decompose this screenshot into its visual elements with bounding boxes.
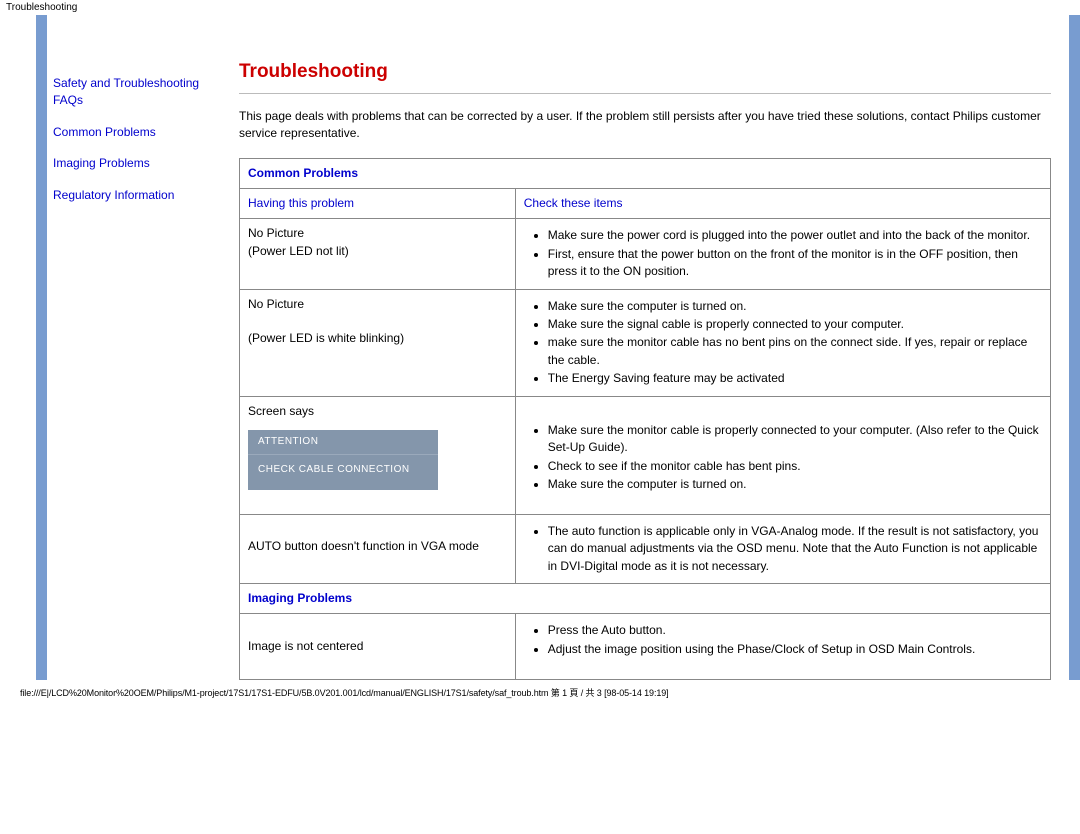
check-item: Check to see if the monitor cable has be… [548, 458, 1042, 475]
table-row: Image is not centered Press the Auto but… [240, 614, 1051, 679]
sidebar-link-common[interactable]: Common Problems [53, 124, 211, 141]
problem-text: (Power LED not lit) [248, 243, 507, 260]
check-list: Make sure the computer is turned on. Mak… [524, 298, 1042, 388]
check-list: Make sure the monitor cable is properly … [524, 422, 1042, 494]
table-row: No Picture (Power LED not lit) Make sure… [240, 219, 1051, 289]
problem-text: AUTO button doesn't function in VGA mode [248, 538, 507, 555]
problem-text: Screen says [248, 403, 507, 420]
window-title: Troubleshooting [0, 0, 1080, 15]
check-list: Make sure the power cord is plugged into… [524, 227, 1042, 280]
divider [239, 93, 1051, 94]
problem-text: Image is not centered [248, 638, 507, 655]
right-strip [1069, 15, 1080, 680]
check-item: Make sure the signal cable is properly c… [548, 316, 1042, 333]
table-row: AUTO button doesn't function in VGA mode… [240, 514, 1051, 583]
check-item: Press the Auto button. [548, 622, 1042, 639]
table-row: No Picture (Power LED is white blinking)… [240, 289, 1051, 396]
footer-path: file:///E|/LCD%20Monitor%20OEM/Philips/M… [0, 680, 1080, 699]
page-wrap: Safety and Troubleshooting FAQs Common P… [0, 15, 1080, 680]
left-strip [36, 15, 47, 680]
col-check-header: Check these items [524, 196, 623, 210]
problem-text: No Picture [248, 225, 507, 242]
attention-box: ATTENTION CHECK CABLE CONNECTION [248, 430, 438, 490]
check-item: Make sure the power cord is plugged into… [548, 227, 1042, 244]
section-imaging-title: Imaging Problems [248, 591, 352, 605]
sidebar-link-safety[interactable]: Safety and Troubleshooting [53, 75, 211, 92]
sidebar-link-regulatory[interactable]: Regulatory Information [53, 187, 211, 204]
sidebar: Safety and Troubleshooting FAQs Common P… [47, 15, 219, 680]
check-item: The auto function is applicable only in … [548, 523, 1042, 575]
problem-text: No Picture [248, 296, 507, 313]
check-item: make sure the monitor cable has no bent … [548, 334, 1042, 369]
attention-title: ATTENTION [248, 430, 438, 456]
check-item: Make sure the computer is turned on. [548, 298, 1042, 315]
table-row: Screen says ATTENTION CHECK CABLE CONNEC… [240, 396, 1051, 514]
content: Troubleshooting This page deals with pro… [219, 15, 1061, 680]
attention-body: CHECK CABLE CONNECTION [248, 455, 438, 490]
sidebar-link-imaging[interactable]: Imaging Problems [53, 155, 211, 172]
check-list: The auto function is applicable only in … [524, 523, 1042, 575]
check-list: Press the Auto button. Adjust the image … [524, 622, 1042, 658]
col-problem-header: Having this problem [248, 196, 354, 210]
check-item: Make sure the computer is turned on. [548, 476, 1042, 493]
intro-text: This page deals with problems that can b… [239, 108, 1051, 142]
problem-text: (Power LED is white blinking) [248, 330, 507, 347]
check-item: Adjust the image position using the Phas… [548, 641, 1042, 658]
check-item: First, ensure that the power button on t… [548, 246, 1042, 281]
check-item: The Energy Saving feature may be activat… [548, 370, 1042, 387]
check-item: Make sure the monitor cable is properly … [548, 422, 1042, 457]
troubleshooting-table: Common Problems Having this problem Chec… [239, 158, 1051, 680]
page-title: Troubleshooting [239, 61, 1051, 83]
sidebar-link-faqs[interactable]: FAQs [53, 92, 211, 109]
section-common-title: Common Problems [248, 166, 358, 180]
